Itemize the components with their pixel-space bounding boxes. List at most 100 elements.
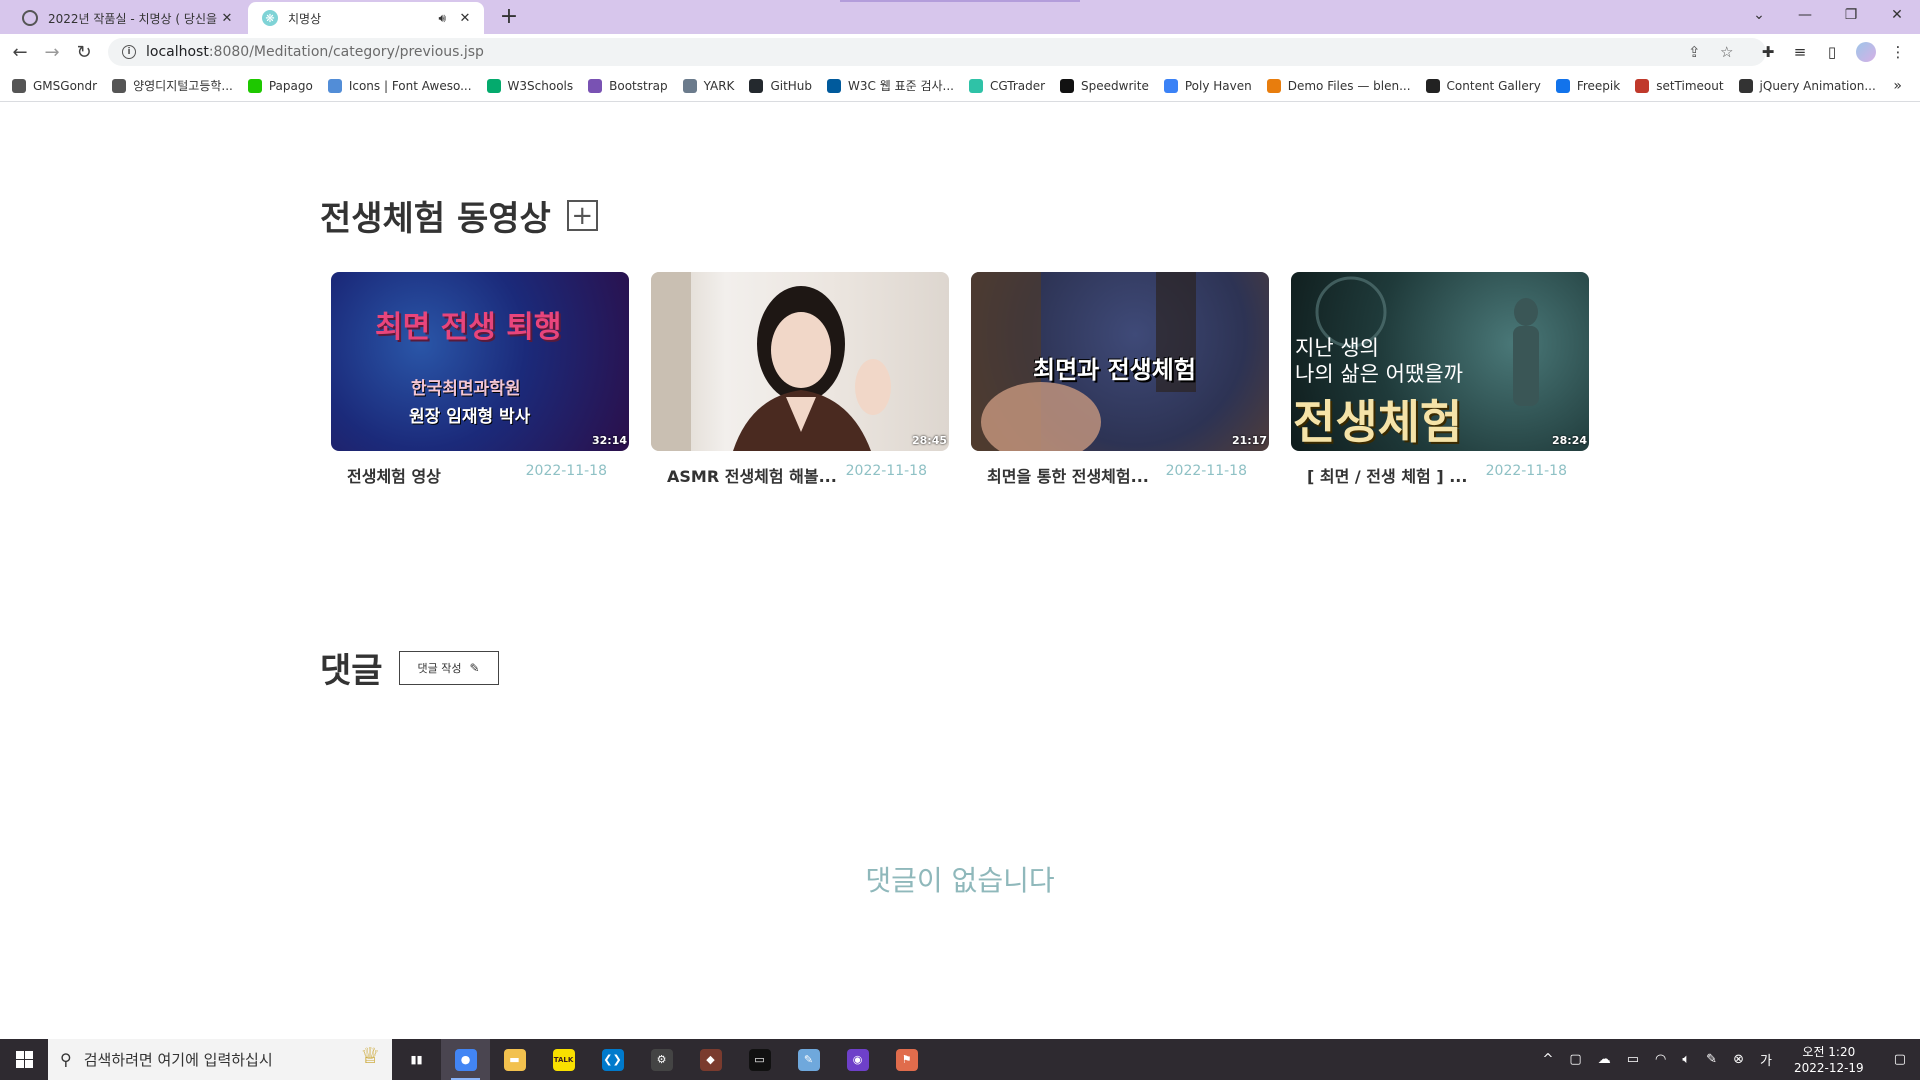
video-card[interactable]: 28:45 ASMR 전생체험 해볼... 2022-11-18: [651, 272, 949, 487]
taskbar-app-other-app[interactable]: ⚑: [882, 1039, 931, 1080]
url-text: localhost:8080/Meditation/category/previ…: [146, 44, 484, 60]
wifi-icon[interactable]: ◠: [1655, 1052, 1666, 1067]
battery-icon[interactable]: ▭: [1627, 1052, 1639, 1067]
notifications-icon[interactable]: ▢: [1894, 1052, 1906, 1067]
pencil-icon: ✎: [469, 660, 480, 675]
site-info-icon[interactable]: i: [122, 45, 136, 59]
video-thumbnail[interactable]: 최면과 전생체험 21:17: [971, 272, 1269, 451]
bookmark-item[interactable]: Bootstrap: [588, 78, 668, 93]
video-title[interactable]: 최면을 통한 전생체험...: [987, 463, 1149, 487]
side-panel-icon[interactable]: ▯: [1822, 42, 1842, 62]
section-title: 전생체험 동영상 +: [320, 191, 598, 240]
pen-icon[interactable]: ✎: [1706, 1052, 1717, 1067]
comments-title-text: 댓글: [320, 651, 383, 691]
taskbar-app-game[interactable]: ◆: [686, 1039, 735, 1080]
audio-playing-icon[interactable]: 🔊︎: [438, 11, 446, 26]
video-card[interactable]: 최면과 전생체험 21:17 최면을 통한 전생체험... 2022-11-18: [971, 272, 1269, 487]
w3schools-icon: [486, 78, 501, 93]
bookmark-item[interactable]: 양영디지털고등학...: [112, 77, 233, 94]
video-thumbnail[interactable]: 지난 생의 나의 삶은 어땠을까 전생체험 28:24: [1291, 272, 1589, 451]
video-card[interactable]: 최면 전생 퇴행 한국최면과학원 원장 임재형 박사 32:14 전생체험 영상…: [331, 272, 629, 487]
bookmark-item[interactable]: setTimeout: [1635, 78, 1724, 93]
taskbar-app-terminal[interactable]: ▭: [735, 1039, 784, 1080]
bookmark-item[interactable]: CGTrader: [969, 78, 1046, 93]
bookmark-item[interactable]: W3Schools: [486, 78, 573, 93]
jquery-icon: [1738, 78, 1753, 93]
bookmark-label: Speedwrite: [1081, 78, 1149, 93]
bookmark-item[interactable]: GitHub: [749, 78, 812, 93]
file-explorer-icon: ▬: [503, 1048, 526, 1071]
bookmark-item[interactable]: YARK: [682, 78, 734, 93]
tab-1[interactable]: 2022년 작품실 - 치명상 ( 당신을 ✕: [8, 2, 246, 34]
comments-section-title: 댓글 댓글 작성 ✎: [320, 643, 499, 692]
no-comments-message: 댓글이 없습니다: [865, 864, 1055, 897]
address-bar[interactable]: i localhost:8080/Meditation/category/pre…: [108, 38, 1766, 66]
restore-button[interactable]: ❐: [1828, 0, 1874, 30]
bookmark-item[interactable]: GMSGondr: [12, 78, 97, 93]
tab-search-chevron-icon[interactable]: ⌄: [1736, 0, 1782, 30]
bookmark-item[interactable]: jQuery Animation...: [1738, 78, 1876, 93]
video-title[interactable]: 전생체험 영상: [347, 463, 441, 487]
onedrive-cloud-icon[interactable]: ☁: [1598, 1052, 1611, 1067]
share-icon[interactable]: ⇪: [1688, 38, 1701, 66]
taskbar-apps: ▮▮ ● ▬ TALK ❮❯ ⚙ ◆ ▭ ✎ ◉ ⚑: [392, 1039, 931, 1080]
meet-now-icon[interactable]: ▢: [1569, 1052, 1581, 1067]
menu-kebab-icon[interactable]: ⋮: [1888, 42, 1908, 62]
bookmarks-overflow-icon[interactable]: »: [1893, 78, 1902, 94]
task-view-icon: ▮▮: [405, 1048, 428, 1071]
bookmark-item[interactable]: Demo Files — blen...: [1266, 78, 1411, 93]
volume-icon[interactable]: 🔈︎: [1682, 1052, 1690, 1067]
ime-indicator-icon[interactable]: 가: [1760, 1050, 1772, 1069]
add-video-button[interactable]: +: [566, 200, 598, 231]
video-meta: 전생체험 영상 2022-11-18: [331, 451, 629, 487]
close-window-button[interactable]: ✕: [1874, 0, 1920, 30]
extensions-puzzle-icon[interactable]: ✚: [1758, 42, 1778, 62]
write-comment-button[interactable]: 댓글 작성 ✎: [398, 650, 499, 685]
new-tab-button[interactable]: +: [496, 5, 522, 31]
freepik-icon: [1555, 78, 1570, 93]
taskbar-app-settings[interactable]: ⚙: [637, 1039, 686, 1080]
taskbar-search-box[interactable]: ⚲ 검색하려면 여기에 입력하십시 ♕: [48, 1039, 392, 1080]
taskbar-app-notepad[interactable]: ✎: [784, 1039, 833, 1080]
bookmark-label: setTimeout: [1656, 78, 1724, 93]
github-desktop-icon: ◉: [846, 1048, 869, 1071]
speedwrite-icon: [1060, 78, 1075, 93]
back-arrow-icon[interactable]: ←: [8, 40, 32, 64]
bookmark-item[interactable]: Papago: [247, 78, 313, 93]
close-tab-icon[interactable]: ✕: [218, 9, 236, 27]
tab-2-active[interactable]: ❋ 치명상 🔊︎ ✕: [248, 2, 484, 34]
video-title[interactable]: [ 최면 / 전생 체험 ] ...: [1307, 463, 1467, 487]
bookmark-item[interactable]: W3C 웹 표준 검사...: [827, 77, 954, 94]
taskbar-clock[interactable]: 오전 1:20 2022-12-19: [1794, 1044, 1864, 1076]
profile-avatar[interactable]: [1856, 42, 1876, 62]
bookmark-item[interactable]: Icons | Font Aweso...: [327, 78, 472, 93]
bookmark-item[interactable]: Speedwrite: [1060, 78, 1149, 93]
taskbar-app-chrome[interactable]: ●: [441, 1039, 490, 1080]
media-controls-icon[interactable]: ≡: [1790, 42, 1810, 62]
video-meta: 최면을 통한 전생체험... 2022-11-18: [971, 451, 1269, 487]
minimize-button[interactable]: —: [1782, 0, 1828, 30]
bookmark-label: Icons | Font Aweso...: [348, 78, 472, 93]
video-thumbnail[interactable]: 28:45: [651, 272, 949, 451]
video-card[interactable]: 지난 생의 나의 삶은 어땠을까 전생체험 28:24 [ 최면 / 전생 체험…: [1291, 272, 1589, 487]
reload-icon[interactable]: ↻: [72, 40, 96, 64]
blocked-icon[interactable]: ⊗: [1733, 1052, 1744, 1067]
taskbar-app-github-desktop[interactable]: ◉: [833, 1039, 882, 1080]
bookmark-label: CGTrader: [990, 78, 1046, 93]
taskbar-app-vscode[interactable]: ❮❯: [588, 1039, 637, 1080]
bookmark-item[interactable]: Poly Haven: [1163, 78, 1252, 93]
bookmark-star-icon[interactable]: ☆: [1720, 38, 1733, 66]
forward-arrow-icon[interactable]: →: [40, 40, 64, 64]
cgtrader-icon: [969, 78, 983, 93]
taskbar-app-file-explorer[interactable]: ▬: [490, 1039, 539, 1080]
close-tab-icon[interactable]: ✕: [456, 9, 474, 27]
bookmark-item[interactable]: Freepik: [1555, 78, 1620, 93]
globe-icon: [112, 78, 127, 93]
video-title[interactable]: ASMR 전생체험 해볼...: [667, 463, 837, 487]
windows-start-button[interactable]: [0, 1039, 48, 1080]
bookmark-item[interactable]: Content Gallery: [1425, 78, 1541, 93]
taskbar-app-kakaotalk[interactable]: TALK: [539, 1039, 588, 1080]
show-hidden-icons-chevron-icon[interactable]: ^: [1543, 1052, 1554, 1067]
video-thumbnail[interactable]: 최면 전생 퇴행 한국최면과학원 원장 임재형 박사 32:14: [331, 272, 629, 451]
taskbar-app-task-view[interactable]: ▮▮: [392, 1039, 441, 1080]
